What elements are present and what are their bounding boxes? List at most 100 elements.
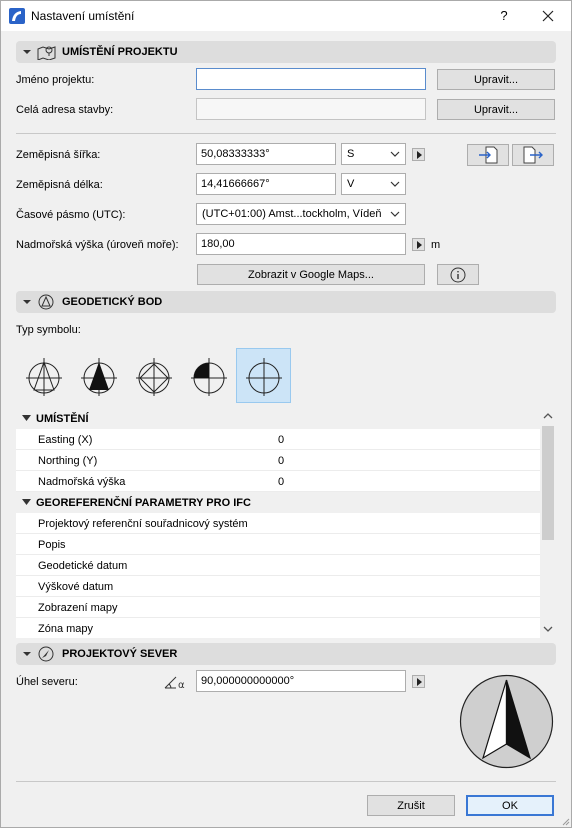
divider [16,781,556,782]
row-value: 0 [278,434,285,446]
symbol-option-1[interactable] [16,348,71,403]
symbol-option-5[interactable] [236,348,291,403]
north-angle-field[interactable]: 90,000000000000° [196,670,406,692]
timezone-label: Časové pásmo (UTC): [16,209,126,221]
survey-symbol-3-icon [135,357,172,396]
scroll-down-icon[interactable] [543,625,553,633]
latitude-label: Zeměpisná šířka: [16,149,101,161]
altitude-label: Nadmořská výška (úroveň moře): [16,239,179,251]
import-location-button[interactable] [467,144,509,166]
symbol-option-3[interactable] [126,348,181,403]
chevron-down-icon [23,50,31,54]
latitude-direction-select[interactable]: S [341,143,406,165]
chevron-down-icon [390,211,400,217]
timezone-select[interactable]: (UTC+01:00) Amst...tockholm, Vídeň [196,203,406,225]
section-title: UMÍSTĚNÍ PROJEKTU [62,46,178,58]
group-location[interactable]: UMÍSTĚNÍ [16,408,540,429]
edit-address-button[interactable]: Upravit... [437,99,555,120]
row-name: Projektový referenční souřadnicový systé… [38,518,248,530]
symbol-option-4[interactable] [181,348,236,403]
group-ifc-georef[interactable]: GEOREFERENČNÍ PARAMETRY PRO IFC [16,492,540,513]
altitude-expand-button[interactable] [412,238,425,251]
google-maps-button[interactable]: Zobrazit v Google Maps... [197,264,425,285]
row-name: Geodetické datum [38,560,128,572]
scroll-up-icon[interactable] [543,412,553,420]
close-button[interactable] [526,0,570,31]
ok-button[interactable]: OK [466,795,554,816]
grid-row[interactable]: Zobrazení mapy [16,597,540,618]
section-survey-point[interactable]: GEODETICKÝ BOD [16,291,556,313]
cancel-button[interactable]: Zrušit [367,795,455,816]
north-angle-label: Úhel severu: [16,676,78,688]
info-button[interactable] [437,264,479,285]
grid-row[interactable]: Easting (X) 0 [16,429,540,450]
row-name: Zobrazení mapy [38,602,118,614]
chevron-down-icon [390,181,400,187]
survey-symbol-2-icon [80,357,117,396]
row-value: 0 [278,476,285,488]
grid-row[interactable]: Projektový referenční souřadnicový systé… [16,513,540,534]
map-pin-icon [37,46,56,60]
survey-symbol-4-icon [190,357,227,396]
export-file-icon [523,146,543,164]
group-title: UMÍSTĚNÍ [36,413,89,425]
chevron-down-icon [23,652,31,656]
row-name: Northing (Y) [38,455,98,467]
timezone-value: (UTC+01:00) Amst...tockholm, Vídeň [202,208,382,220]
chevron-down-icon [390,151,400,157]
survey-symbol-5-icon [245,357,282,396]
north-compass-icon[interactable] [459,674,554,769]
app-logo-icon [9,8,25,24]
address-field[interactable] [196,98,426,120]
scrollbar-thumb[interactable] [542,426,554,540]
project-name-label: Jméno projektu: [16,74,95,86]
survey-point-icon [38,294,54,310]
row-name: Zóna mapy [38,623,94,635]
address-label: Celá adresa stavby: [16,104,114,116]
row-name: Výškové datum [38,581,114,593]
chevron-down-icon [22,415,31,421]
grid-row[interactable]: Zóna mapy [16,618,540,638]
import-file-icon [479,146,498,164]
grid-row[interactable]: Geodetické datum [16,555,540,576]
north-angle-expand-button[interactable] [412,675,425,688]
section-title: PROJEKTOVÝ SEVER [62,648,178,660]
svg-text:α: α [178,680,185,690]
property-grid[interactable]: UMÍSTĚNÍ Easting (X) 0 Northing (Y) 0 Nadm… [16,408,556,638]
latitude-expand-button[interactable] [412,148,425,161]
grid-row[interactable]: Výškové datum [16,576,540,597]
chevron-down-icon [22,499,31,505]
export-location-button[interactable] [512,144,554,166]
chevron-down-icon [23,300,31,304]
divider [16,133,556,134]
grid-row[interactable]: Northing (Y) 0 [16,450,540,471]
altitude-field[interactable]: 180,00 [196,233,406,255]
group-title: GEOREFERENČNÍ PARAMETRY PRO IFC [36,497,251,509]
longitude-direction-select[interactable]: V [341,173,406,195]
longitude-field[interactable]: 14,41666667° [196,173,336,195]
altitude-unit: m [431,239,441,251]
row-name: Popis [38,539,66,551]
info-icon [450,267,466,282]
grid-row[interactable]: Nadmořská výška 0 [16,471,540,492]
longitude-direction-value: V [347,178,355,190]
project-name-field[interactable] [196,68,426,90]
longitude-label: Zeměpisná délka: [16,179,103,191]
symbol-option-2[interactable] [71,348,126,403]
edit-project-name-button[interactable]: Upravit... [437,69,555,90]
grid-scrollbar[interactable] [540,408,556,638]
window-title: Nastavení umístění [31,9,135,23]
survey-symbol-1-icon [25,357,62,396]
symbol-type-label: Typ symbolu: [16,324,81,336]
section-project-north[interactable]: PROJEKTOVÝ SEVER [16,643,556,665]
compass-icon [38,646,54,662]
help-button[interactable]: ? [482,0,526,31]
angle-icon: α [164,676,185,690]
section-project-location[interactable]: UMÍSTĚNÍ PROJEKTU [16,41,556,63]
grid-row[interactable]: Popis [16,534,540,555]
resize-grip-icon[interactable] [560,816,570,826]
section-title: GEODETICKÝ BOD [62,296,163,308]
close-icon [542,10,554,21]
row-name: Nadmořská výška [38,476,126,488]
latitude-field[interactable]: 50,08333333° [196,143,336,165]
